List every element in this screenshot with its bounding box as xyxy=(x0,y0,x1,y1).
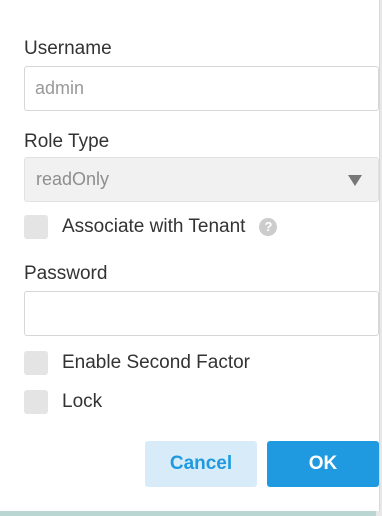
username-input[interactable]: admin xyxy=(24,66,379,111)
lock-row: Lock xyxy=(24,390,102,414)
second-factor-row: Enable Second Factor xyxy=(24,351,250,375)
chevron-down-icon xyxy=(348,175,362,186)
edit-user-dialog: Username admin Role Type readOnly Associ… xyxy=(0,0,380,511)
associate-tenant-checkbox[interactable] xyxy=(24,215,48,239)
lock-label: Lock xyxy=(62,391,103,412)
role-type-value: readOnly xyxy=(36,169,110,189)
username-label: Username xyxy=(24,38,112,59)
second-factor-label: Enable Second Factor xyxy=(62,352,251,373)
second-factor-checkbox[interactable] xyxy=(24,351,48,375)
password-input[interactable] xyxy=(24,291,379,336)
help-icon[interactable]: ? xyxy=(259,218,278,236)
associate-tenant-label: Associate with Tenant xyxy=(62,216,246,237)
password-label: Password xyxy=(24,263,108,284)
associate-tenant-row: Associate with Tenant ? xyxy=(24,215,278,239)
role-type-select[interactable]: readOnly xyxy=(24,157,379,202)
role-type-label: Role Type xyxy=(24,131,110,152)
ok-button[interactable]: OK xyxy=(267,441,379,487)
cancel-button[interactable]: Cancel xyxy=(145,441,257,487)
lock-checkbox[interactable] xyxy=(24,390,48,414)
